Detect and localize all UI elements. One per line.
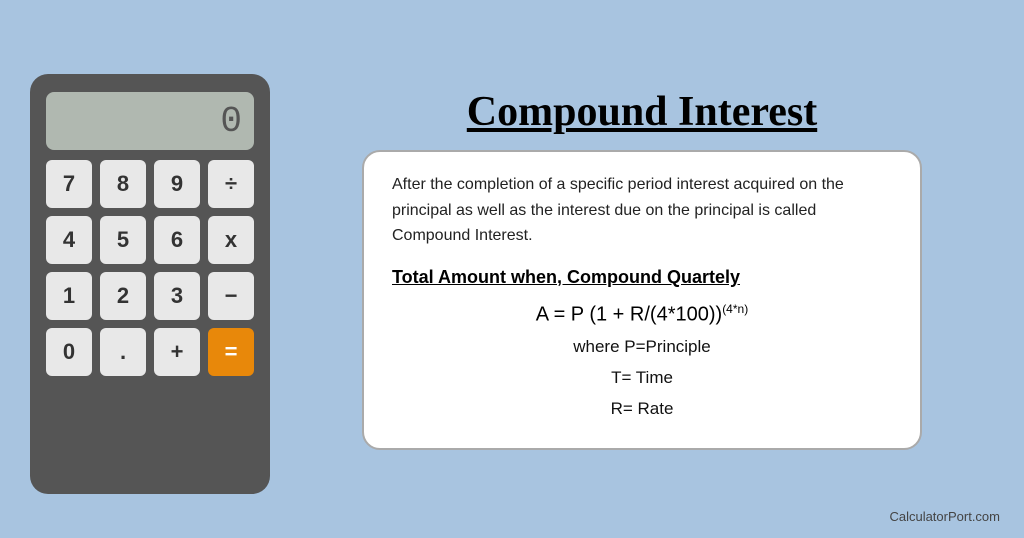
variables: where P=Principle T= Time R= Rate [392, 332, 892, 424]
calc-display-value: 0 [220, 101, 240, 142]
calc-btn-divide[interactable]: ÷ [208, 160, 254, 208]
calc-btn-9[interactable]: 9 [154, 160, 200, 208]
formula-superscript: (4*n) [722, 302, 748, 316]
definition-text: After the completion of a specific perio… [392, 172, 892, 249]
calc-btn-0[interactable]: 0 [46, 328, 92, 376]
calculator: 0 7 8 9 ÷ 4 5 6 x 1 2 3 − 0 . + = [30, 74, 270, 494]
calc-btn-3[interactable]: 3 [154, 272, 200, 320]
calc-btn-5[interactable]: 5 [100, 216, 146, 264]
calc-btn-4[interactable]: 4 [46, 216, 92, 264]
calc-btn-2[interactable]: 2 [100, 272, 146, 320]
calc-btn-equals[interactable]: = [208, 328, 254, 376]
formula-title: Total Amount when, Compound Quartely [392, 267, 892, 288]
variable-time: T= Time [392, 363, 892, 394]
calc-btn-decimal[interactable]: . [100, 328, 146, 376]
calc-display: 0 [46, 92, 254, 150]
calc-btn-6[interactable]: 6 [154, 216, 200, 264]
calc-btn-add[interactable]: + [154, 328, 200, 376]
info-box: After the completion of a specific perio… [362, 150, 922, 450]
formula-main: A = P (1 + R/(4*100)) [536, 303, 722, 325]
variable-rate: R= Rate [392, 394, 892, 425]
calc-btn-subtract[interactable]: − [208, 272, 254, 320]
calc-btn-1[interactable]: 1 [46, 272, 92, 320]
formula-line: A = P (1 + R/(4*100))(4*n) [392, 302, 892, 327]
calc-btn-multiply[interactable]: x [208, 216, 254, 264]
right-panel: Compound Interest After the completion o… [290, 88, 994, 450]
main-container: 0 7 8 9 ÷ 4 5 6 x 1 2 3 − 0 . + = Compou… [0, 0, 1024, 538]
calc-buttons: 7 8 9 ÷ 4 5 6 x 1 2 3 − 0 . + = [46, 160, 254, 376]
variable-principle: where P=Principle [392, 332, 892, 363]
page-title: Compound Interest [467, 88, 817, 136]
calc-btn-7[interactable]: 7 [46, 160, 92, 208]
watermark: CalculatorPort.com [889, 509, 1000, 524]
calc-btn-8[interactable]: 8 [100, 160, 146, 208]
